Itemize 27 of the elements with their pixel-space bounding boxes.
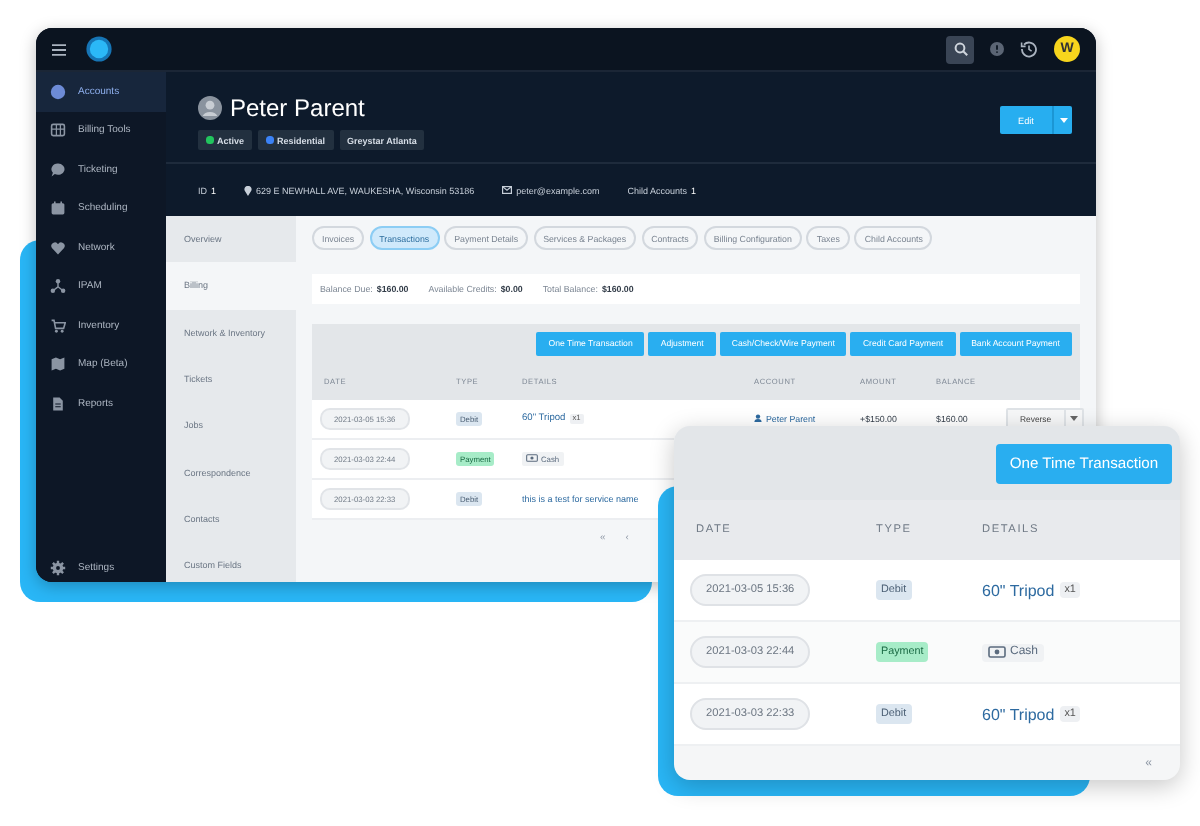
logo-icon: [86, 36, 112, 62]
caret-icon: [1069, 415, 1078, 421]
cash-icon: [988, 646, 1006, 658]
history-icon: [1020, 40, 1038, 58]
item-link[interactable]: 60" Tripod: [982, 705, 1055, 723]
person-icon: [50, 83, 66, 100]
calendar-icon: [50, 200, 66, 217]
user-icon: [754, 414, 762, 422]
pin-icon: [244, 185, 253, 195]
caret-icon: [1059, 117, 1067, 123]
account-name: Peter Parent: [230, 94, 365, 122]
document-icon: [50, 395, 66, 412]
grid-icon: [50, 122, 66, 139]
nodes-icon: [50, 278, 66, 295]
avatar-icon: [198, 96, 222, 120]
mail-icon: [502, 186, 513, 194]
item-link[interactable]: 60" Tripod: [982, 581, 1055, 599]
map-icon: [50, 356, 66, 373]
settings-icon: [50, 560, 66, 577]
search-button[interactable]: [946, 35, 974, 63]
menu-icon: [52, 43, 66, 55]
chat-icon: [50, 161, 66, 178]
cash-icon: [526, 454, 538, 462]
alert-icon: [990, 42, 1004, 56]
search-icon: [953, 42, 967, 56]
cart-icon: [50, 317, 66, 334]
heart-icon: [50, 239, 66, 256]
